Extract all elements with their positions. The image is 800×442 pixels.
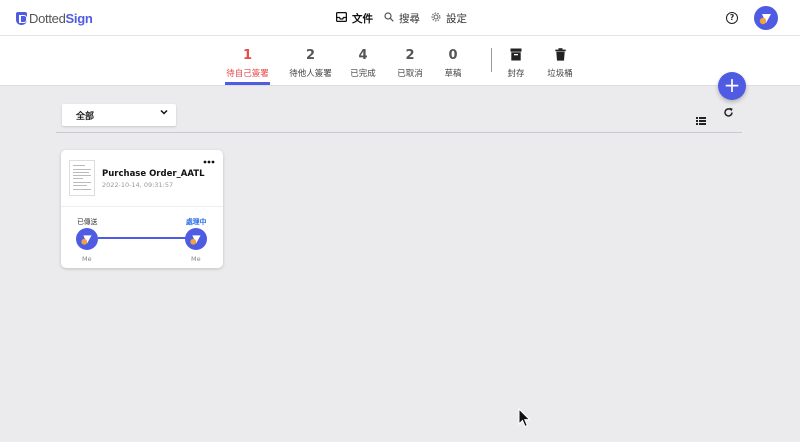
nav-settings-label: 設定: [446, 12, 467, 25]
archive-label: 封存: [507, 69, 525, 79]
tab-label: 待他人簽署: [289, 69, 332, 79]
mouse-cursor-icon: [518, 407, 532, 428]
tab-drafts[interactable]: 0 草稿: [440, 48, 466, 79]
status-processing-label: 處理中: [186, 218, 207, 226]
tab-separator: [491, 48, 492, 72]
filter-select[interactable]: 全部: [62, 104, 176, 126]
tab-waiting-for-me[interactable]: 1 待自己簽署: [225, 48, 270, 79]
tab-label: 已完成: [350, 69, 376, 79]
document-name[interactable]: Purchase Order_AATL: [102, 169, 205, 179]
tab-label: 草稿: [444, 69, 462, 79]
avatar-logo-icon: [759, 14, 771, 25]
tab-canceled[interactable]: 2 已取消: [395, 48, 425, 79]
avatar-logo-icon: [190, 235, 201, 245]
signer-name: Me: [191, 255, 201, 263]
help-icon[interactable]: ?: [726, 12, 738, 24]
more-options-icon[interactable]: [203, 154, 215, 167]
trash-label: 垃圾桶: [547, 69, 573, 79]
sender-name: Me: [82, 255, 92, 263]
trash-icon: [545, 48, 575, 64]
search-icon: [384, 11, 394, 25]
gear-icon: [431, 12, 441, 25]
tab-count: 2: [305, 48, 316, 63]
tab-count: 4: [358, 48, 368, 63]
logo-text: DottedSign: [29, 10, 93, 26]
tab-completed[interactable]: 4 已完成: [348, 48, 378, 79]
dottedsign-logo[interactable]: DottedSign: [16, 10, 93, 26]
signer-avatar: [185, 228, 207, 250]
nav-documents[interactable]: 文件: [335, 10, 373, 26]
inbox-icon: [335, 11, 348, 25]
status-sent-label: 已傳送: [77, 218, 98, 226]
document-timestamp: 2022-10-14, 09:31:57: [102, 181, 174, 189]
tab-count: 2: [405, 48, 415, 63]
chevron-down-icon: [160, 108, 168, 119]
document-card[interactable]: Purchase Order_AATL 2022-10-14, 09:31:57…: [61, 150, 223, 268]
tab-label: 待自己簽署: [226, 69, 269, 79]
archive-button[interactable]: 封存: [503, 48, 529, 79]
add-document-button[interactable]: +: [718, 72, 746, 100]
document-thumbnail: [69, 160, 95, 196]
filter-value: 全部: [76, 112, 95, 122]
user-avatar[interactable]: [754, 6, 778, 30]
avatar-logo-icon: [81, 235, 92, 245]
top-bar: DottedSign 文件 搜尋 設定 ?: [0, 0, 800, 36]
top-nav: 文件 搜尋 設定: [0, 0, 800, 36]
nav-search-label: 搜尋: [399, 12, 420, 25]
nav-search[interactable]: 搜尋: [384, 10, 420, 26]
trash-button[interactable]: 垃圾桶: [545, 48, 575, 79]
tab-waiting-for-others[interactable]: 2 待他人簽署: [288, 48, 333, 79]
status-tabs-bar: 1 待自己簽署 2 待他人簽署 4 已完成 2 已取消 0 草稿 封存 垃圾桶: [0, 36, 800, 86]
active-tab-indicator: [225, 82, 270, 85]
nav-settings[interactable]: 設定: [431, 10, 467, 26]
content-divider: [56, 132, 742, 133]
sender-avatar: [76, 228, 98, 250]
logo-mark-icon: [16, 11, 27, 25]
tab-label: 已取消: [397, 69, 423, 79]
tab-count: 1: [242, 48, 253, 63]
tab-count: 0: [448, 48, 458, 63]
list-view-icon[interactable]: [696, 110, 706, 125]
progress-track: [98, 237, 189, 239]
card-divider: [61, 206, 223, 207]
archive-icon: [503, 48, 529, 64]
refresh-icon[interactable]: [723, 107, 734, 121]
nav-documents-label: 文件: [352, 12, 373, 25]
